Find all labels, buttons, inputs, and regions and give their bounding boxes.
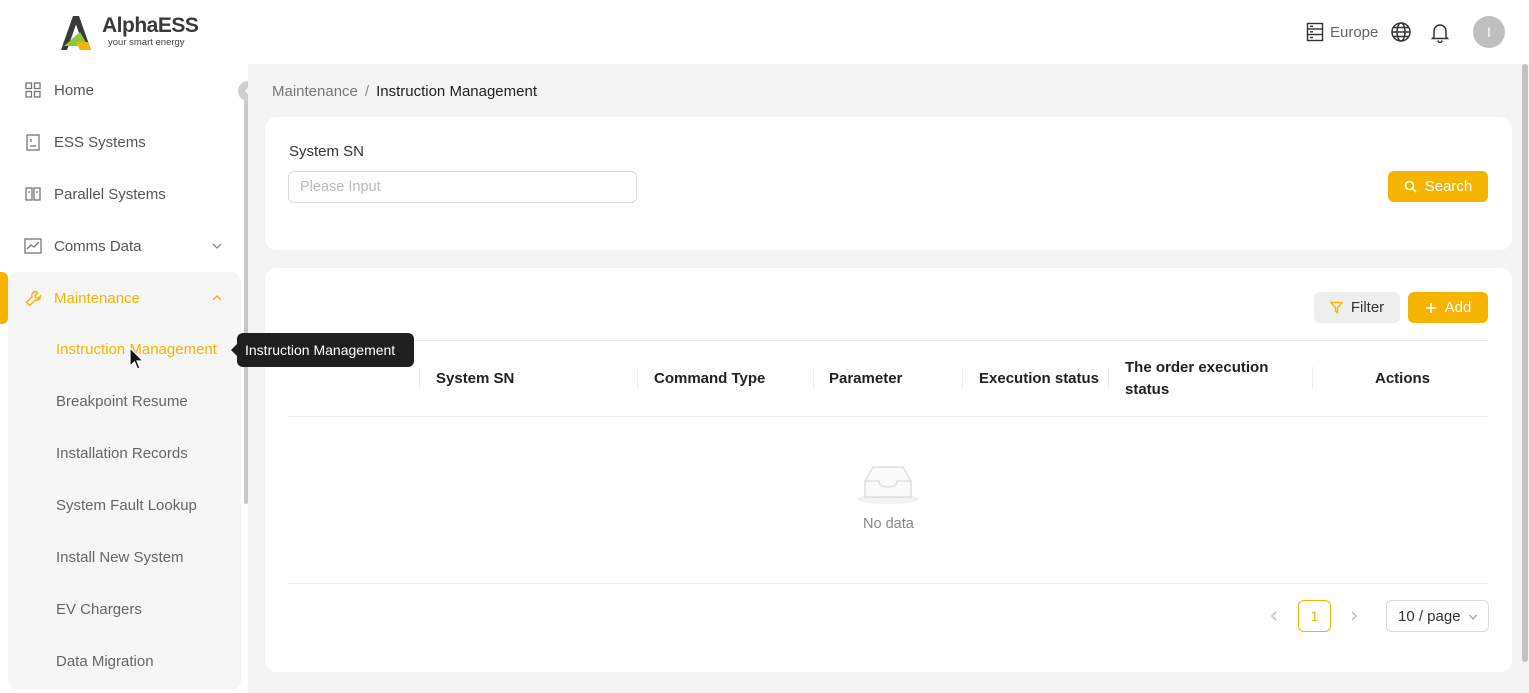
table-header-top-border: [288, 340, 1488, 341]
region-label: Europe: [1330, 23, 1379, 41]
chevron-down-icon: [212, 243, 222, 249]
column-separator: [813, 367, 814, 389]
empty-state-text: No data: [863, 516, 914, 532]
table-header-bottom-border: [288, 416, 1488, 417]
sidebar-item-label: Maintenance: [54, 289, 140, 307]
breadcrumb-separator: /: [364, 83, 370, 100]
column-header-parameter[interactable]: Parameter: [829, 368, 902, 390]
system-sn-label: System SN: [289, 143, 365, 160]
wrench-icon: [24, 289, 42, 307]
page-size-select[interactable]: 10 / page: [1386, 600, 1489, 632]
submenu-item-breakpoint-resume[interactable]: Breakpoint Resume: [56, 393, 188, 410]
user-avatar[interactable]: I: [1473, 16, 1505, 48]
bell-icon[interactable]: [1429, 21, 1451, 43]
sidebar: AlphaESS your smart energy Home ESS Syst…: [0, 0, 248, 693]
pagination-page-1[interactable]: 1: [1298, 600, 1331, 632]
sidebar-item-label: Parallel Systems: [54, 185, 166, 203]
brand-name: AlphaESS: [102, 14, 199, 37]
globe-icon[interactable]: [1390, 21, 1412, 43]
table-bottom-border: [288, 583, 1488, 584]
maintenance-submenu: [8, 272, 241, 690]
sidebar-item-label: ESS Systems: [54, 133, 146, 151]
sidebar-item-label: Comms Data: [54, 237, 142, 255]
submenu-item-data-migration[interactable]: Data Migration: [56, 653, 154, 670]
sidebar-item-ess-systems[interactable]: ESS Systems: [0, 118, 240, 166]
column-separator: [1108, 367, 1109, 389]
sidebar-item-parallel-systems[interactable]: Parallel Systems: [0, 170, 240, 218]
system-sn-input[interactable]: [288, 171, 637, 203]
breadcrumb-current: Instruction Management: [376, 83, 537, 100]
sidebar-item-maintenance[interactable]: Maintenance: [0, 274, 240, 322]
page-size-value: 10 / page: [1398, 607, 1461, 625]
brand-logo[interactable]: AlphaESS your smart energy: [58, 12, 199, 52]
column-separator: [637, 367, 638, 389]
server-icon: [1306, 22, 1324, 42]
column-header-order-execution-status[interactable]: The order execution status: [1125, 357, 1295, 401]
main-scrollbar[interactable]: [1520, 64, 1529, 693]
submenu-item-installation-records[interactable]: Installation Records: [56, 445, 188, 462]
top-header: Europe I: [248, 0, 1529, 64]
alphaess-logo-icon: [61, 16, 91, 50]
submenu-item-install-new-system[interactable]: Install New System: [56, 549, 184, 566]
chart-icon: [24, 237, 42, 255]
pagination-next-icon[interactable]: [1348, 610, 1360, 622]
column-separator: [962, 367, 963, 389]
sidebar-item-comms-data[interactable]: Comms Data: [0, 222, 240, 270]
grid-icon: [24, 81, 42, 99]
submenu-item-system-fault-lookup[interactable]: System Fault Lookup: [56, 497, 197, 514]
chevron-down-icon: [1469, 614, 1477, 620]
mouse-cursor-icon: [129, 347, 145, 370]
tooltip: Instruction Management: [237, 333, 414, 367]
brand-tagline: your smart energy: [108, 37, 185, 48]
filter-icon: [1329, 301, 1343, 314]
filter-button-label: Filter: [1350, 299, 1385, 316]
search-icon: [1404, 180, 1417, 193]
empty-inbox-icon: [857, 466, 919, 504]
column-header-execution-status[interactable]: Execution status: [979, 368, 1099, 390]
plus-icon: [1425, 302, 1436, 313]
column-separator: [419, 367, 420, 389]
column-separator: [1312, 367, 1313, 389]
column-header-actions[interactable]: Actions: [1375, 368, 1430, 390]
sidebar-item-label: Home: [54, 81, 95, 99]
column-header-command-type[interactable]: Command Type: [654, 368, 765, 390]
search-button[interactable]: Search: [1388, 171, 1488, 202]
building-icon: [24, 133, 42, 151]
add-button-label: Add: [1444, 299, 1472, 316]
add-button[interactable]: Add: [1408, 292, 1488, 323]
region-selector[interactable]: Europe: [1306, 22, 1378, 42]
filter-button[interactable]: Filter: [1314, 292, 1400, 323]
column-header-system-sn[interactable]: System SN: [436, 368, 514, 390]
breadcrumb: Maintenance / Instruction Management: [272, 83, 537, 100]
main-scrollbar-thumb[interactable]: [1522, 64, 1528, 662]
breadcrumb-parent[interactable]: Maintenance: [272, 83, 358, 100]
pagination-prev-icon[interactable]: [1268, 610, 1280, 622]
search-button-label: Search: [1424, 178, 1473, 195]
columns-icon: [24, 185, 42, 203]
sidebar-item-home[interactable]: Home: [0, 66, 240, 114]
chevron-up-icon: [212, 295, 222, 301]
submenu-item-ev-chargers[interactable]: EV Chargers: [56, 601, 142, 618]
